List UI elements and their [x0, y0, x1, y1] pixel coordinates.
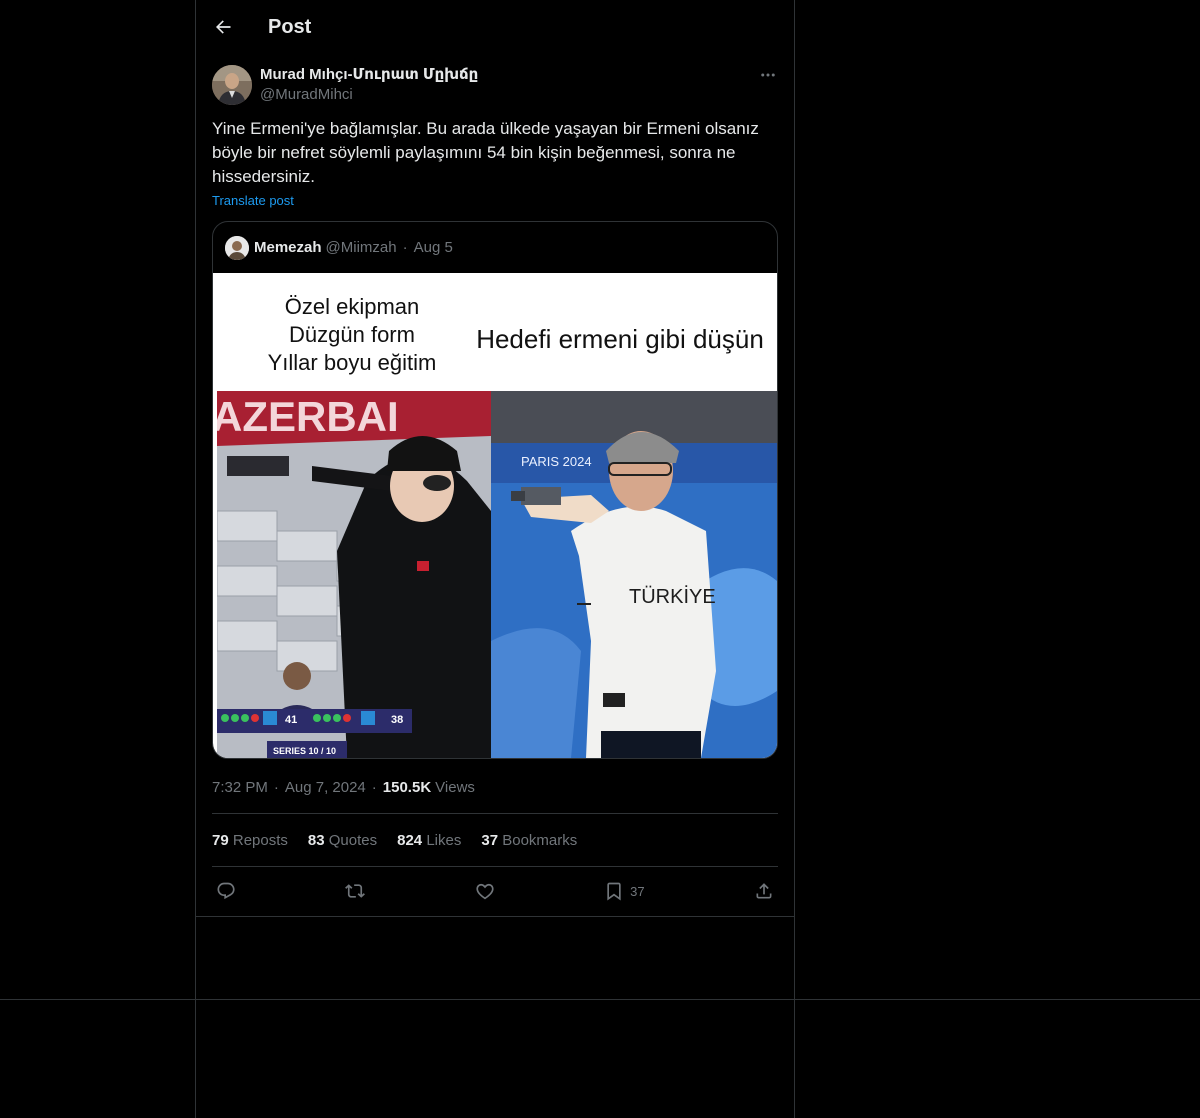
- post-meta: 7:32 PM · Aug 7, 2024 · 150.5K Views: [212, 777, 778, 797]
- back-button[interactable]: [212, 16, 234, 38]
- reposts-stat[interactable]: 79 Reposts: [212, 832, 288, 849]
- score-left: 41: [285, 714, 297, 726]
- quotes-stat[interactable]: 83 Quotes: [308, 832, 377, 849]
- repost-icon: [345, 884, 366, 898]
- views-label: Views: [435, 778, 475, 796]
- bookmark-button[interactable]: 37: [604, 881, 645, 901]
- more-icon: [761, 73, 775, 77]
- post-text: Yine Ermeni'ye bağlamışlar. Bu arada ülk…: [212, 119, 759, 186]
- translate-post-link[interactable]: Translate post: [212, 193, 294, 208]
- quoted-author-handle: @Miimzah: [325, 239, 397, 256]
- dot-separator: ·: [273, 778, 279, 796]
- quoted-post-header: Memezah @Miimzah · Aug 5: [213, 222, 777, 273]
- quoted-post-image[interactable]: Özel ekipman Düzgün form Yıllar boyu eği…: [213, 273, 777, 758]
- author-display-name[interactable]: Murad Mıhçı-Մուրատ Մըխճը: [260, 65, 478, 85]
- quoted-author-name: Memezah: [254, 239, 322, 256]
- share-button[interactable]: [754, 881, 774, 901]
- views-count: 150.5K: [382, 778, 432, 796]
- engagement-stats: 79 Reposts 83 Quotes 824 Likes 37 Bookma…: [212, 813, 778, 867]
- paris-text: PARIS 2024: [521, 454, 592, 469]
- like-icon: [476, 883, 494, 900]
- back-arrow-icon: [216, 20, 231, 34]
- avatar-image: [212, 65, 252, 105]
- meme-left-caption: Özel ekipman Düzgün form Yıllar boyu eği…: [267, 294, 437, 375]
- score-right: 38: [391, 714, 403, 726]
- author-names: Murad Mıhçı-Մուրատ Մըխճը @MuradMihci: [260, 65, 478, 105]
- post-time[interactable]: 7:32 PM: [212, 779, 268, 796]
- author-handle[interactable]: @MuradMihci: [260, 85, 478, 105]
- top-bar: Post: [196, 0, 794, 54]
- dot-separator: ·: [371, 778, 377, 796]
- like-button[interactable]: [475, 881, 495, 901]
- dot-separator: ·: [402, 239, 408, 256]
- page-title: Post: [268, 15, 312, 38]
- quoted-post-date: Aug 5: [413, 239, 453, 256]
- quoted-post[interactable]: Memezah @Miimzah · Aug 5 Özel ekipman Dü…: [212, 221, 778, 759]
- action-bar: 37: [212, 867, 778, 915]
- bookmarks-stat[interactable]: 37 Bookmarks: [481, 832, 577, 849]
- right-column-border: [794, 0, 795, 1118]
- author-row: Murad Mıhçı-Մուրատ Մըխճը @MuradMihci: [212, 65, 778, 105]
- meme-right-caption: Hedefi ermeni gibi düşün: [476, 324, 764, 354]
- share-icon: [756, 883, 772, 899]
- post-bottom-border: [196, 916, 794, 917]
- likes-stat[interactable]: 824 Likes: [397, 832, 461, 849]
- bottom-divider: [0, 999, 1200, 1000]
- bookmark-count: 37: [630, 883, 645, 899]
- shirt-text: TÜRKİYE: [629, 585, 716, 608]
- banner-text: AZERBAI: [217, 393, 399, 440]
- meme-right-photo: PARIS 2024 TÜRKİYE: [491, 391, 777, 758]
- reply-button[interactable]: [216, 881, 236, 901]
- post: Murad Mıhçı-Մուրատ Մըխճը @MuradMihci Yin…: [196, 65, 794, 915]
- quoted-author-avatar: [225, 235, 249, 260]
- more-options-button[interactable]: [758, 65, 778, 85]
- bookmark-icon: [607, 882, 621, 901]
- post-column: Post Murad Mıhçı-Մուրատ Մըխճը @MuradMihc…: [196, 0, 794, 915]
- meme-left-photo: AZERBAI 41 38 SERIES 10 / 10: [217, 391, 491, 758]
- reply-icon: [217, 882, 235, 900]
- repost-button[interactable]: [345, 881, 366, 901]
- author-avatar[interactable]: [212, 65, 252, 105]
- post-date[interactable]: Aug 7, 2024: [285, 779, 366, 796]
- series-text: SERIES 10 / 10: [273, 746, 336, 756]
